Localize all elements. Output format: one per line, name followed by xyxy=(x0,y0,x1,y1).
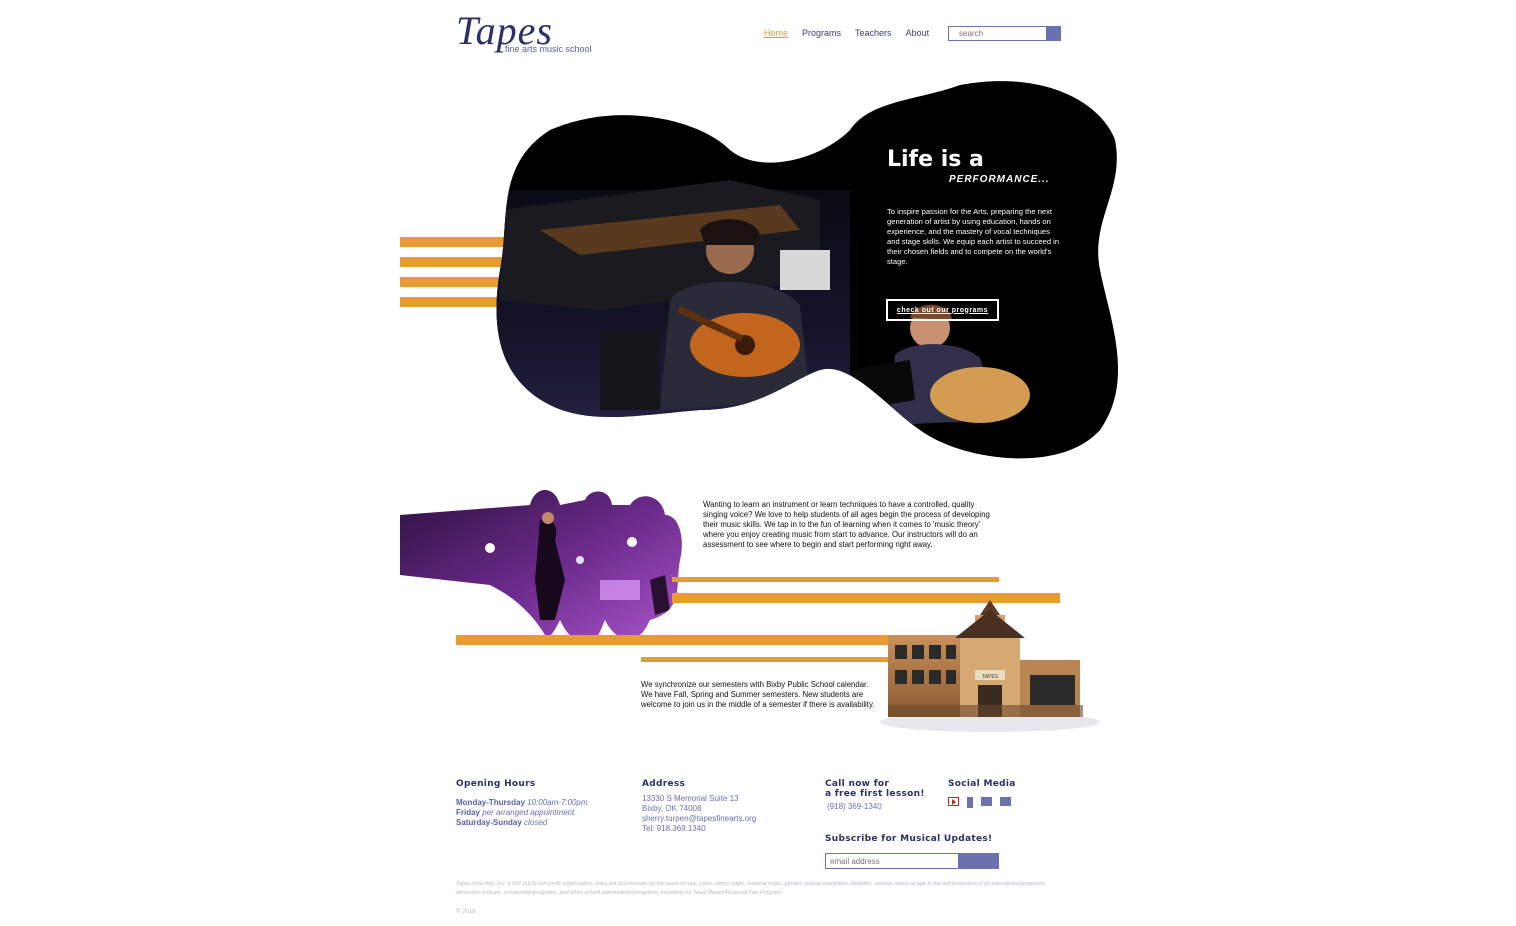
address-line: 13330 S Memorial Suite 13 xyxy=(642,794,739,803)
nav-home[interactable]: Home xyxy=(764,28,788,38)
hero-image xyxy=(400,81,1119,459)
hero-text: Life is a PERFORMANCE... To inspire pass… xyxy=(887,146,1067,267)
orange-stripe xyxy=(400,237,510,247)
hours-row: Monday-Thursday 10:00am-7:00pm xyxy=(456,798,588,807)
hero-subtitle: PERFORMANCE... xyxy=(949,174,1050,185)
address-heading: Address xyxy=(642,779,686,789)
orange-stripe xyxy=(400,257,510,267)
search-box xyxy=(948,26,1061,41)
programs-button[interactable]: check out our programs xyxy=(886,299,999,321)
building-sign: TAPES xyxy=(982,674,999,680)
hero-title: Life is a xyxy=(887,147,984,172)
hours-row: Saturday-Sunday closed xyxy=(456,818,548,827)
orange-stripe xyxy=(400,297,510,307)
orange-stripe xyxy=(456,635,888,645)
call-heading: a free first lesson! xyxy=(825,789,925,799)
email-link[interactable]: sherry.turpen@tapesfinearts.org xyxy=(642,814,812,824)
call-block: Call now for a free first lesson! (918) … xyxy=(825,779,945,812)
call-heading: Call now for xyxy=(825,779,890,789)
nav-teachers[interactable]: Teachers xyxy=(855,28,892,38)
logo-subtitle: fine arts music school xyxy=(505,44,592,54)
phone-line: Tel: 918.369.1340 xyxy=(642,824,706,833)
orange-stripe xyxy=(400,277,510,287)
opening-hours: Opening Hours Monday-Thursday 10:00am-7:… xyxy=(456,779,626,828)
subscribe-button[interactable] xyxy=(958,854,998,868)
subscribe-heading: Subscribe for Musical Updates! xyxy=(825,834,993,844)
hours-row: Friday per arranged appointment xyxy=(456,808,575,817)
social-heading: Social Media xyxy=(948,779,1016,789)
orange-stripe xyxy=(672,577,999,582)
copyright: © 2019 xyxy=(456,909,476,915)
nav-programs[interactable]: Programs xyxy=(802,28,841,38)
facebook-icon[interactable] xyxy=(967,797,973,808)
instagram-icon[interactable] xyxy=(1000,797,1011,806)
social-block: Social Media xyxy=(948,779,1048,808)
disclaimer: Tapes Fine Arts, Inc. a 501 (c)(3) non-p… xyxy=(456,881,1046,896)
call-phone[interactable]: (918) 369-1340 xyxy=(825,802,945,812)
youtube-icon[interactable] xyxy=(948,797,959,806)
address-line: Bixby, OK 74008 xyxy=(642,804,702,813)
email-icon[interactable] xyxy=(981,797,992,806)
address-block: Address 13330 S Memorial Suite 13 Bixby,… xyxy=(642,779,812,834)
orange-stripe xyxy=(672,593,1060,603)
school-building: TAPES xyxy=(880,600,1100,732)
nav-about[interactable]: About xyxy=(906,28,930,38)
main-nav: Home Programs Teachers About xyxy=(764,28,943,38)
hours-heading: Opening Hours xyxy=(456,779,536,789)
search-input[interactable] xyxy=(949,27,1046,40)
logo[interactable]: Tapes fine arts music school xyxy=(456,10,592,55)
programs-description: Wanting to learn an instrument or learn … xyxy=(703,500,990,549)
subscribe-form xyxy=(825,853,999,869)
hero-body: To inspire passion for the Arts, prepari… xyxy=(887,207,1060,266)
subscribe-block: Subscribe for Musical Updates! xyxy=(825,834,1025,844)
search-button[interactable] xyxy=(1046,27,1060,40)
email-field[interactable] xyxy=(826,854,958,868)
orange-stripe xyxy=(641,657,891,662)
semester-description: We synchronize our semesters with Bixby … xyxy=(641,680,875,709)
